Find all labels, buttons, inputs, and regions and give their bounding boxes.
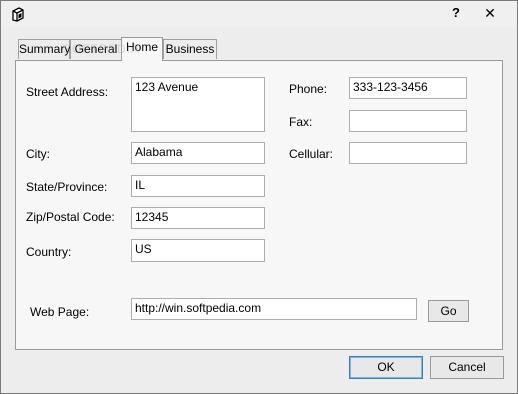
tab-business[interactable]: Business <box>163 39 217 59</box>
close-button[interactable]: ✕ <box>468 2 512 24</box>
cellular-field[interactable] <box>349 142 467 164</box>
web-page-field[interactable]: http://win.softpedia.com <box>131 298 417 320</box>
title-bar: ? ✕ <box>1 1 517 27</box>
app-icon <box>12 7 24 22</box>
city-label: City: <box>26 147 50 161</box>
zip-postal-code-label: Zip/Postal Code: <box>26 210 115 224</box>
state-province-label: State/Province: <box>26 180 108 194</box>
tab-home[interactable]: Home <box>121 37 163 61</box>
web-page-label: Web Page: <box>30 305 90 319</box>
ok-button[interactable]: OK <box>349 356 423 379</box>
cellular-label: Cellular: <box>289 147 334 161</box>
go-button[interactable]: Go <box>428 300 469 322</box>
country-label: Country: <box>26 245 72 259</box>
phone-field[interactable]: 333-123-3456 <box>349 77 467 99</box>
fax-field[interactable] <box>349 110 467 132</box>
city-field[interactable]: Alabama <box>131 142 265 164</box>
country-field[interactable]: US <box>131 239 265 262</box>
fax-label: Fax: <box>289 115 313 129</box>
cancel-button[interactable]: Cancel <box>430 356 504 379</box>
contact-properties-dialog: ? ✕ Summary General Home Business SOFTPE… <box>0 0 518 394</box>
state-province-field[interactable]: IL <box>131 175 265 197</box>
phone-label: Phone: <box>289 82 328 96</box>
street-address-label: Street Address: <box>26 85 109 99</box>
zip-postal-code-field[interactable]: 12345 <box>131 207 265 229</box>
help-button[interactable]: ? <box>445 3 467 23</box>
street-address-field[interactable]: 123 Avenue <box>131 77 265 132</box>
tab-general[interactable]: General <box>70 39 122 59</box>
tab-summary[interactable]: Summary <box>18 39 70 59</box>
